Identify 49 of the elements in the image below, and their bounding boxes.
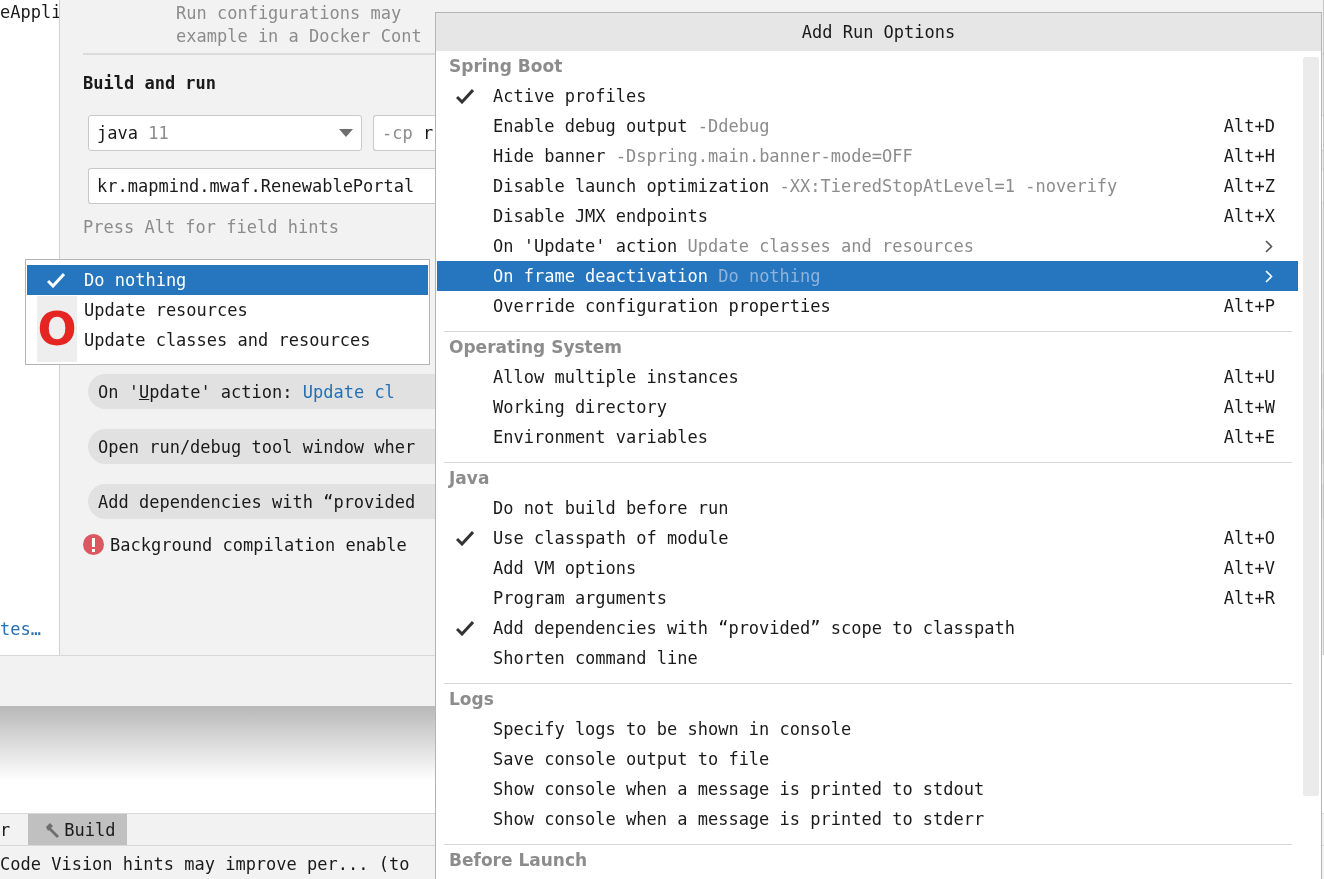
menu-item[interactable]: Active profiles [437,81,1298,111]
description-text: example in a Docker Cont [176,25,422,48]
dropdown-item[interactable]: Update classes and resources [84,325,428,355]
section-title: Build and run [83,73,218,93]
dropdown-item[interactable]: Update resources [84,295,428,325]
menu-item[interactable]: Shorten command line [437,643,1298,673]
section-header: Operating System [448,336,622,359]
tool-window-tab[interactable]: Build [28,814,128,845]
menu-item[interactable]: Do not build before run [437,493,1298,523]
check-icon [456,530,474,546]
menu-item[interactable]: Disable JMX endpoints Alt+X [437,201,1298,231]
section-header: Before Launch [448,849,588,872]
error-icon [83,534,104,555]
caret-icon [339,129,353,137]
menu-item[interactable]: Environment variables Alt+E [437,422,1298,452]
chevron-right-icon [1265,269,1273,283]
check-icon [46,272,65,288]
check-icon [456,88,474,104]
menu-item[interactable]: Show console when a message is printed to stdout [437,774,1298,804]
menu-item[interactable]: Hide banner -Dspring.main.banner-mode=OFF Alt+H [437,141,1298,171]
tool-window-tab[interactable]: r [0,814,21,845]
menu-item[interactable]: Program arguments Alt+R [437,583,1298,613]
description-text: Run configurations may [176,2,402,25]
dropdown-item[interactable]: Do nothing [27,265,428,295]
hammer-icon [44,821,61,838]
section-header: Java [447,467,490,490]
menu-item[interactable]: Disable launch optimization -XX:TieredStopAtLevel=1 -noverify Alt+Z [437,171,1298,201]
menu-item[interactable]: Allow multiple instances Alt+U [437,362,1298,392]
jre-dropdown[interactable]: java 11 [88,115,362,151]
chevron-right-icon [1265,239,1273,253]
status-text: Code Vision hints may improve per... (to [0,854,410,874]
menu-item[interactable]: Save console output to file [437,744,1298,774]
popup-title: Add Run Options [801,22,956,42]
menu-item[interactable]: Add dependencies with “provided” scope to classpath [437,613,1298,643]
annotation-mark: O [37,296,77,362]
section-header: Spring Boot [448,55,563,78]
menu-item[interactable]: Specify logs to be shown in console [437,714,1298,744]
link[interactable]: tes… [0,619,59,639]
check-icon [456,620,474,636]
menu-item[interactable]: Show console when a message is printed to stderr [437,804,1298,834]
error-message: Background compilation enable [110,534,407,555]
menu-item[interactable]: Override configuration properties Alt+P [437,291,1298,321]
section-header: Logs [448,688,494,711]
menu-item[interactable]: On 'Update' action Update classes and resources [437,231,1298,261]
menu-item[interactable]: Working directory Alt+W [437,392,1298,422]
menu-item[interactable]: On frame deactivation Do nothing [437,261,1298,291]
menu-item[interactable]: Enable debug output -Ddebug Alt+D [437,111,1298,141]
menu-item[interactable]: Add VM options Alt+V [437,553,1298,583]
menu-item[interactable]: Use classpath of module Alt+O [437,523,1298,553]
